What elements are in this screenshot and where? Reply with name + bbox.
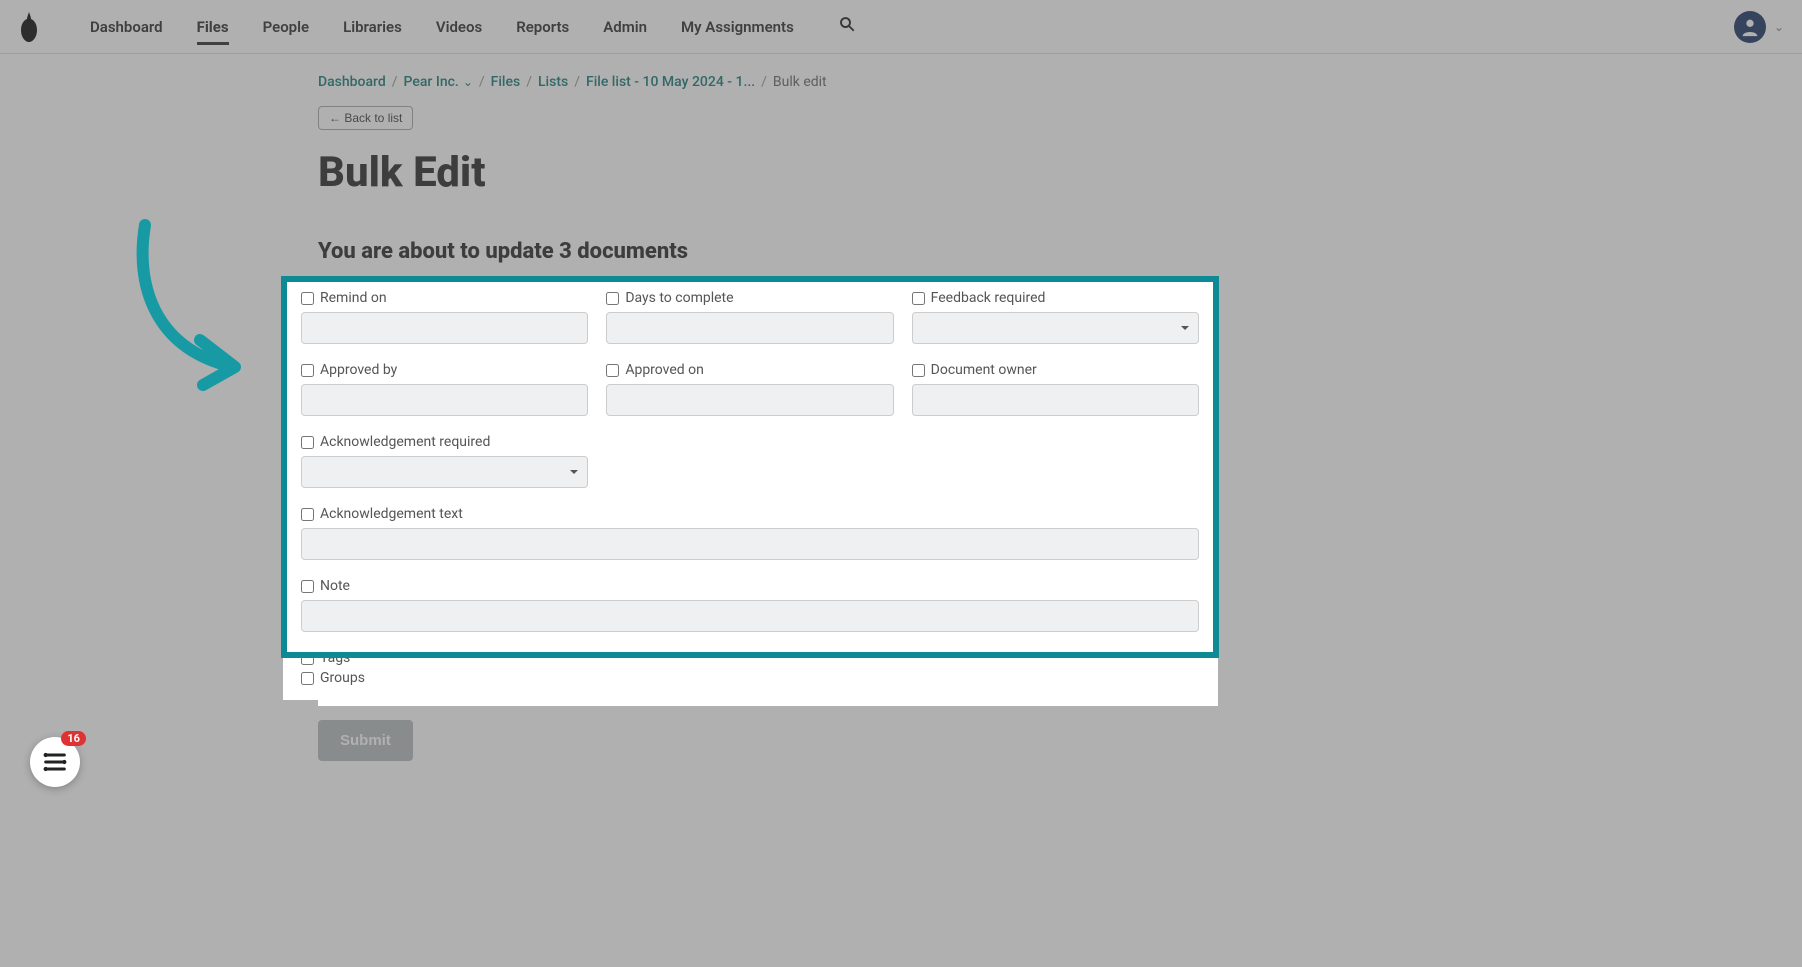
help-badge: 16	[61, 731, 86, 746]
nav-people[interactable]: People	[263, 0, 310, 53]
feedback-required-label: Feedback required	[931, 290, 1046, 306]
breadcrumb-sep: /	[574, 74, 580, 90]
breadcrumb-org[interactable]: Pear Inc.	[404, 74, 459, 90]
form-visible-layer: Remind on Days to complete Feedback requ…	[283, 278, 1217, 700]
breadcrumb-files[interactable]: Files	[491, 74, 521, 90]
feedback-required-checkbox[interactable]	[912, 292, 925, 305]
ack-required-label: Acknowledgement required	[320, 434, 490, 450]
remind-on-checkbox[interactable]	[301, 292, 314, 305]
breadcrumb-current: Bulk edit	[773, 74, 827, 90]
nav-videos[interactable]: Videos	[436, 0, 482, 53]
days-to-complete-checkbox[interactable]	[606, 292, 619, 305]
days-to-complete-input[interactable]	[606, 312, 893, 344]
topbar-right: ⌄	[1734, 11, 1784, 43]
nav-my-assignments[interactable]: My Assignments	[681, 0, 794, 53]
document-owner-input[interactable]	[912, 384, 1199, 416]
ack-required-checkbox[interactable]	[301, 436, 314, 449]
remind-on-input[interactable]	[301, 312, 588, 344]
user-avatar[interactable]	[1734, 11, 1766, 43]
note-label: Note	[320, 578, 350, 594]
annotation-arrow-icon	[125, 215, 265, 399]
breadcrumb-dashboard[interactable]: Dashboard	[318, 74, 386, 90]
tags-checkbox[interactable]	[301, 652, 314, 665]
subheading: You are about to update 3 documents	[318, 239, 1218, 264]
days-to-complete-label: Days to complete	[625, 290, 733, 306]
remind-on-label: Remind on	[320, 290, 387, 306]
back-to-list-button[interactable]: ← Back to list	[318, 106, 413, 130]
approved-on-label: Approved on	[625, 362, 704, 378]
nav-libraries[interactable]: Libraries	[343, 0, 402, 53]
approved-by-label: Approved by	[320, 362, 397, 378]
approved-by-input[interactable]	[301, 384, 588, 416]
ack-required-select[interactable]	[301, 456, 588, 488]
breadcrumb-lists[interactable]: Lists	[538, 74, 568, 90]
nav-dashboard[interactable]: Dashboard	[90, 0, 163, 53]
note-checkbox[interactable]	[301, 580, 314, 593]
nav-admin[interactable]: Admin	[603, 0, 647, 53]
approved-on-input[interactable]	[606, 384, 893, 416]
tags-label: Tags	[320, 650, 350, 666]
breadcrumb-sep: /	[526, 74, 532, 90]
approved-on-checkbox[interactable]	[606, 364, 619, 377]
document-owner-label: Document owner	[931, 362, 1037, 378]
breadcrumb: Dashboard / Pear Inc. ⌄ / Files / Lists …	[318, 74, 1218, 90]
help-widget[interactable]: 16	[30, 737, 80, 787]
document-owner-checkbox[interactable]	[912, 364, 925, 377]
groups-label: Groups	[320, 670, 365, 686]
breadcrumb-sep: /	[761, 74, 767, 90]
ack-text-input[interactable]	[301, 528, 1199, 560]
breadcrumb-sep: /	[392, 74, 398, 90]
submit-button[interactable]: Submit	[318, 720, 413, 761]
app-logo[interactable]	[18, 12, 40, 42]
breadcrumb-filelist[interactable]: File list - 10 May 2024 - 1...	[586, 74, 755, 90]
breadcrumb-sep: /	[479, 74, 485, 90]
nav-reports[interactable]: Reports	[516, 0, 569, 53]
nav-menu: Dashboard Files People Libraries Videos …	[90, 0, 856, 53]
nav-files[interactable]: Files	[197, 0, 229, 53]
groups-checkbox[interactable]	[301, 672, 314, 685]
top-nav-bar: Dashboard Files People Libraries Videos …	[0, 0, 1802, 54]
ack-text-label: Acknowledgement text	[320, 506, 463, 522]
feedback-required-select[interactable]	[912, 312, 1199, 344]
chevron-down-icon[interactable]: ⌄	[463, 75, 473, 89]
page-title: Bulk Edit	[318, 148, 1218, 197]
ack-text-checkbox[interactable]	[301, 508, 314, 521]
approved-by-checkbox[interactable]	[301, 364, 314, 377]
search-icon[interactable]	[838, 15, 856, 38]
note-input[interactable]	[301, 600, 1199, 632]
user-menu-caret-icon[interactable]: ⌄	[1774, 20, 1784, 34]
